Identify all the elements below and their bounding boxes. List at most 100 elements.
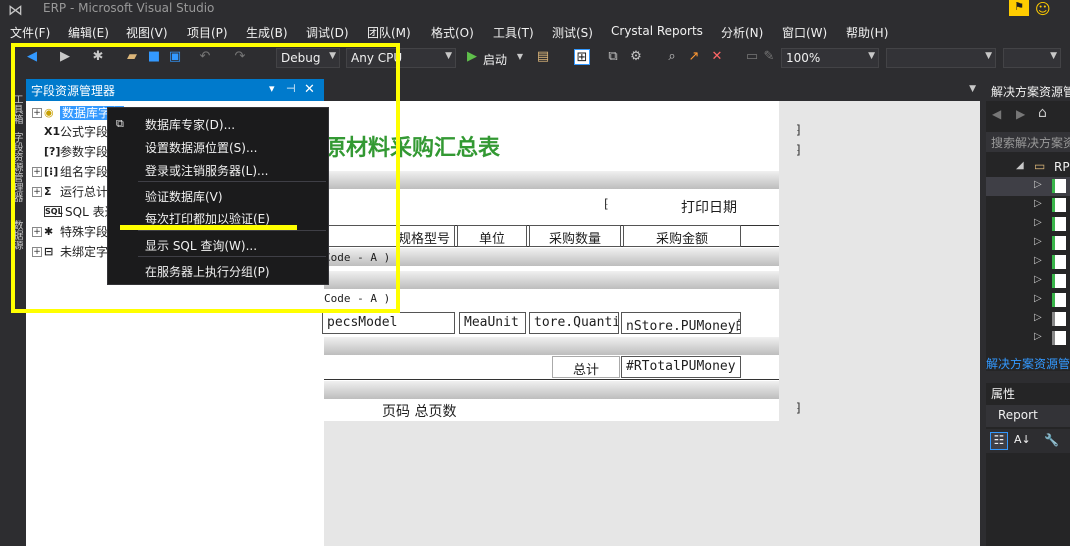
undo-icon[interactable]: ↶: [197, 49, 213, 65]
total-label-field[interactable]: 总计: [552, 356, 620, 378]
menu-project[interactable]: 项目(P): [187, 24, 228, 41]
expand-icon[interactable]: +: [32, 246, 42, 257]
platform-select[interactable]: Any CPU ▼: [346, 48, 456, 68]
column-header-unit[interactable]: 单位: [457, 225, 527, 247]
tab-data-sources[interactable]: 数据源: [9, 220, 24, 250]
forward-icon[interactable]: ▶: [1016, 107, 1025, 121]
format-painter-icon[interactable]: ✎: [761, 49, 777, 65]
forward-icon[interactable]: ▶: [57, 49, 73, 65]
window-menu-icon[interactable]: ▾: [269, 82, 275, 95]
group-header-field-1[interactable]: Code - A ): [324, 251, 390, 264]
group-header-field-2[interactable]: Code - A ): [324, 292, 390, 305]
section-band[interactable]: [324, 171, 779, 189]
menu-item-show-sql-query[interactable]: 显示 SQL 查询(W)...: [145, 237, 257, 254]
menu-item-verify-database[interactable]: 验证数据库(V): [145, 188, 223, 205]
menu-analyze[interactable]: 分析(N): [721, 24, 763, 41]
section-band[interactable]: [324, 271, 779, 289]
flag-icon[interactable]: ⚑: [1009, 0, 1029, 16]
solution-file-row[interactable]: ▷: [986, 272, 1070, 291]
menu-window[interactable]: 窗口(W): [782, 24, 827, 41]
field-explorer-icon[interactable]: ⊞: [574, 49, 590, 65]
section-band[interactable]: [324, 337, 779, 355]
menu-test[interactable]: 测试(S): [552, 24, 593, 41]
menu-item-database-expert[interactable]: 数据库专家(D)...: [145, 116, 235, 133]
expand-icon[interactable]: +: [32, 186, 42, 197]
start-button[interactable]: 启动: [483, 51, 507, 68]
menu-file[interactable]: 文件(F): [10, 24, 50, 41]
home-icon[interactable]: ⌂: [1038, 105, 1047, 121]
tree-item-special-fields[interactable]: + ✱ 特殊字段: [32, 223, 108, 243]
sort-alphabetical-icon[interactable]: A↓: [1014, 433, 1031, 446]
report-title[interactable]: 原材料采购汇总表: [324, 130, 500, 162]
tab-field-explorer[interactable]: 字段资源管理器: [9, 132, 24, 202]
link-icon[interactable]: ⧉: [605, 49, 621, 65]
save-all-icon[interactable]: ▣: [167, 49, 183, 65]
wrench-icon[interactable]: 🔧: [1044, 433, 1059, 447]
report-icon[interactable]: ▤: [535, 49, 551, 65]
solution-file-row[interactable]: ▷: [986, 234, 1070, 253]
save-icon[interactable]: ■: [146, 49, 162, 65]
open-file-icon[interactable]: ▰: [124, 49, 140, 65]
expand-icon[interactable]: +: [32, 226, 42, 237]
expand-icon[interactable]: +: [32, 107, 42, 118]
menu-tools[interactable]: 工具(T): [493, 24, 534, 41]
column-header-spec[interactable]: 规格型号: [322, 225, 455, 247]
menu-crystal-reports[interactable]: Crystal Reports: [611, 24, 703, 38]
font-size-select[interactable]: ▼: [1003, 48, 1061, 68]
chart-icon[interactable]: ↗: [686, 49, 702, 65]
formula-workshop-icon[interactable]: ✕: [709, 49, 725, 65]
new-project-icon[interactable]: ✱: [90, 49, 106, 65]
categorized-icon[interactable]: ☷: [990, 432, 1008, 450]
detail-field-spec[interactable]: pecsModel: [322, 312, 455, 334]
properties-object-select[interactable]: Report: [986, 405, 1070, 427]
solution-explorer-tab[interactable]: 解决方案资源管理器: [986, 355, 1070, 371]
solution-file-row[interactable]: ▷: [986, 310, 1070, 329]
menu-help[interactable]: 帮助(H): [846, 24, 888, 41]
column-header-amount[interactable]: 采购金额: [623, 225, 741, 247]
start-icon[interactable]: ▶: [464, 49, 480, 65]
tree-item-parameter-fields[interactable]: [?]参数字段: [44, 143, 108, 163]
expand-icon[interactable]: +: [32, 166, 42, 177]
tab-overflow-icon[interactable]: ▼: [969, 84, 976, 94]
menu-format[interactable]: 格式(O): [431, 24, 474, 41]
pin-icon[interactable]: ⊣: [286, 82, 296, 95]
search-report-icon[interactable]: ⌕: [664, 49, 680, 65]
tab-toolbox[interactable]: 工具箱: [9, 94, 24, 124]
menu-item-set-datasource-location[interactable]: 设置数据源位置(S)...: [145, 139, 257, 156]
menu-edit[interactable]: 编辑(E): [68, 24, 109, 41]
solution-file-row[interactable]: ▷: [986, 253, 1070, 272]
menu-debug[interactable]: 调试(D): [306, 24, 349, 41]
solution-file-row[interactable]: ▷: [986, 215, 1070, 234]
back-icon[interactable]: ◀: [992, 107, 1001, 121]
solution-search-input[interactable]: 搜索解决方案资源管理器: [986, 132, 1070, 152]
section-band[interactable]: [324, 381, 779, 399]
menu-item-perform-grouping-on-server[interactable]: 在服务器上执行分组(P): [145, 263, 270, 280]
solution-file-row[interactable]: ▷: [986, 291, 1070, 310]
smiley-icon[interactable]: ☺: [1035, 0, 1055, 18]
menu-item-log-on-off-server[interactable]: 登录或注销服务器(L)...: [145, 162, 269, 179]
solution-file-row[interactable]: ▷: [986, 196, 1070, 215]
back-icon[interactable]: ◀: [24, 49, 40, 65]
print-date-label[interactable]: 打印日期: [681, 197, 737, 217]
solution-file-row[interactable]: ▷: [986, 329, 1070, 348]
detail-field-amount[interactable]: nStore.PUMoney的: [621, 312, 741, 334]
start-dropdown-icon[interactable]: ▼: [512, 49, 528, 65]
section-band[interactable]: [324, 248, 779, 266]
column-header-quantity[interactable]: 采购数量: [529, 225, 621, 247]
tree-item-formula-fields[interactable]: X1公式字段: [44, 123, 108, 143]
solution-file-row[interactable]: ▷: [986, 177, 1070, 196]
detail-field-quantity[interactable]: tore.Quanti: [529, 312, 619, 334]
detail-field-unit[interactable]: MeaUnit: [459, 312, 526, 334]
tree-item-group-name-fields[interactable]: + [⁝] 组名字段: [32, 163, 108, 183]
solution-config-select[interactable]: Debug ▼: [276, 48, 340, 68]
menu-build[interactable]: 生成(B): [246, 24, 288, 41]
page-number-field[interactable]: 页码 总页数: [382, 401, 456, 421]
insert-icon[interactable]: ▭: [744, 49, 760, 65]
redo-icon[interactable]: ↷: [232, 49, 248, 65]
total-field[interactable]: #RTotalPUMoney: [621, 356, 741, 378]
menu-view[interactable]: 视图(V): [126, 24, 168, 41]
solution-root[interactable]: ◢ ▭ RP: [986, 158, 1070, 177]
magic-icon[interactable]: ⚙: [628, 49, 644, 65]
menu-team[interactable]: 团队(M): [367, 24, 411, 41]
zoom-select[interactable]: 100% ▼: [781, 48, 879, 68]
